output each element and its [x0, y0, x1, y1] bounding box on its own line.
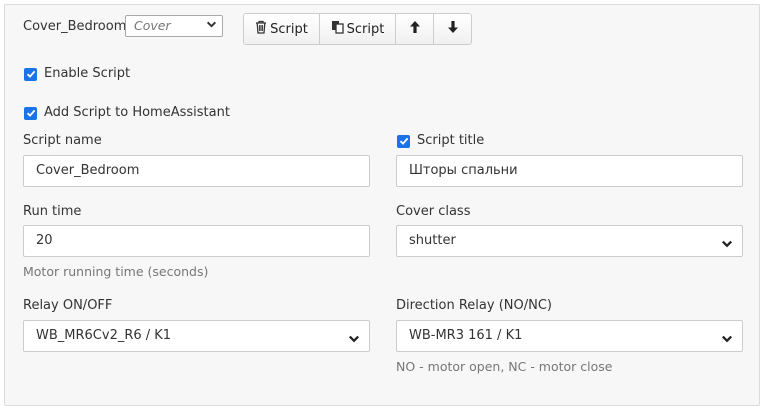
- script-title-label: Script title: [417, 133, 485, 148]
- relay-onoff-label: Relay ON/OFF: [23, 298, 113, 313]
- run-time-input[interactable]: 20: [23, 225, 370, 257]
- enable-script-checkbox[interactable]: [24, 67, 37, 81]
- direction-relay-value: WB-MR3 161 / K1: [409, 328, 523, 343]
- checkmark-icon: [26, 109, 35, 117]
- script-name-label: Script name: [23, 133, 102, 148]
- move-up-button[interactable]: [396, 14, 434, 44]
- arrow-down-icon: [447, 20, 459, 38]
- direction-relay-help: NO - motor open, NC - motor close: [396, 359, 613, 374]
- direction-relay-label: Direction Relay (NO/NC): [396, 298, 552, 313]
- direction-relay-select[interactable]: WB-MR3 161 / K1: [396, 320, 743, 352]
- copy-script-label: Script: [346, 21, 385, 37]
- run-time-label: Run time: [23, 204, 82, 219]
- script-type-select[interactable]: Cover: [125, 15, 223, 37]
- enable-script-label: Enable Script: [44, 66, 131, 81]
- script-actions-toolbar: Script Script: [243, 13, 472, 45]
- add-to-homeassistant-label: Add Script to HomeAssistant: [44, 105, 230, 120]
- delete-script-button[interactable]: Script: [244, 14, 320, 44]
- delete-script-label: Script: [270, 21, 308, 37]
- script-title-input[interactable]: Шторы спальни: [396, 155, 743, 187]
- chevron-down-icon: [348, 327, 360, 357]
- script-name-input[interactable]: Cover_Bedroom: [23, 155, 370, 187]
- arrow-up-icon: [409, 20, 421, 38]
- move-down-button[interactable]: [434, 14, 471, 44]
- checkmark-icon: [399, 137, 408, 145]
- trash-icon: [255, 20, 267, 38]
- relay-onoff-select[interactable]: WB_MR6Cv2_R6 / K1: [23, 320, 370, 352]
- chevron-down-icon: [721, 232, 733, 262]
- script-name-heading: Cover_Bedroom: [23, 19, 127, 34]
- add-to-homeassistant-checkbox[interactable]: [24, 106, 37, 120]
- run-time-help: Motor running time (seconds): [23, 264, 209, 279]
- script-title-checkbox[interactable]: [397, 134, 410, 148]
- script-type-value: Cover: [134, 18, 171, 33]
- copy-icon: [331, 20, 344, 38]
- cover-class-label: Cover class: [396, 204, 471, 219]
- enable-script-option: Enable Script: [24, 66, 130, 82]
- add-to-homeassistant-option: Add Script to HomeAssistant: [24, 105, 230, 121]
- chevron-down-icon: [206, 19, 217, 33]
- checkmark-icon: [26, 70, 35, 78]
- script-title-option: Script title: [397, 133, 484, 149]
- cover-class-select[interactable]: shutter: [396, 225, 743, 257]
- script-panel: Cover_Bedroom Cover Script Script Enable…: [4, 4, 760, 406]
- copy-script-button[interactable]: Script: [320, 14, 396, 44]
- relay-onoff-value: WB_MR6Cv2_R6 / K1: [36, 328, 172, 343]
- chevron-down-icon: [721, 327, 733, 357]
- cover-class-value: shutter: [409, 233, 456, 248]
